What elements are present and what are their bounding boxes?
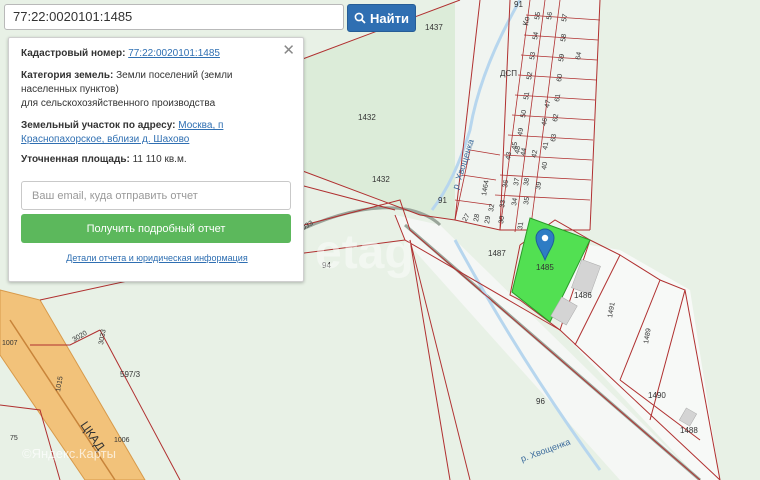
parcel-label: 1490	[648, 391, 666, 400]
parcel-label: 1432	[372, 175, 390, 184]
svg-text:37: 37	[513, 177, 521, 186]
svg-text:44: 44	[520, 147, 528, 156]
svg-text:53: 53	[529, 51, 537, 60]
svg-text:56: 56	[546, 11, 554, 20]
search-icon	[354, 12, 366, 24]
category-label: Категория земель:	[21, 70, 114, 81]
svg-text:35: 35	[523, 196, 531, 205]
svg-text:45: 45	[511, 141, 519, 150]
parcel-label: 75	[10, 435, 18, 442]
svg-text:31: 31	[517, 221, 525, 230]
area-value: 11 110 кв.м.	[132, 154, 187, 165]
details-link[interactable]: Детали отчета и юридическая информация	[9, 253, 305, 263]
svg-text:51: 51	[523, 91, 531, 100]
parcel-label: 91	[514, 0, 523, 9]
svg-text:54: 54	[532, 31, 540, 40]
svg-text:32: 32	[488, 203, 496, 212]
svg-text:42: 42	[531, 149, 539, 158]
parcel-info-panel: ✕ Кадастровый номер: 77:22:0020101:1485 …	[8, 37, 304, 282]
get-report-button[interactable]: Получить подробный отчет	[21, 214, 291, 243]
svg-text:50: 50	[520, 109, 528, 118]
area-label: ДСП	[500, 69, 517, 78]
parcel-label: 1486	[574, 291, 592, 300]
svg-text:62: 62	[552, 113, 560, 122]
parcel-label: 1487	[488, 249, 506, 258]
cadastral-row: Кадастровый номер: 77:22:0020101:1485	[21, 47, 293, 61]
search-button-label: Найти	[370, 10, 409, 26]
category-row-2: для сельскохозяйственного производства	[21, 97, 293, 111]
svg-text:34: 34	[511, 197, 519, 206]
svg-text:52: 52	[526, 71, 534, 80]
svg-text:30: 30	[498, 215, 506, 224]
area-row: Уточненная площадь: 11 110 кв.м.	[21, 153, 293, 167]
svg-text:39: 39	[535, 181, 543, 190]
watermark: etag	[315, 226, 414, 279]
svg-text:58: 58	[560, 33, 568, 42]
svg-text:47: 47	[544, 99, 552, 108]
cadastral-label: Кадастровый номер:	[21, 48, 126, 59]
svg-text:61: 61	[554, 93, 562, 102]
address-label: Земельный участок по адресу:	[21, 120, 176, 131]
svg-text:41: 41	[542, 141, 550, 150]
svg-text:38: 38	[523, 177, 531, 186]
svg-text:63: 63	[550, 133, 558, 142]
svg-text:43: 43	[505, 151, 513, 160]
svg-text:57: 57	[561, 13, 569, 22]
svg-text:33: 33	[499, 199, 507, 208]
cadastral-link[interactable]: 77:22:0020101:1485	[128, 48, 220, 59]
svg-text:36: 36	[502, 179, 510, 188]
parcel-label: 1006	[114, 437, 130, 444]
svg-text:29: 29	[484, 215, 492, 224]
search-input[interactable]: 77:22:0020101:1485	[4, 4, 344, 30]
parcel-label: 1488	[680, 426, 698, 435]
svg-text:64: 64	[575, 51, 583, 60]
search-bar: 77:22:0020101:1485 Найти	[4, 4, 416, 32]
parcel-label: 1437	[425, 23, 443, 32]
parcel-label: 96	[536, 397, 545, 406]
area-label: Уточненная площадь:	[21, 154, 130, 165]
parcel-label: 1432	[358, 113, 376, 122]
svg-text:60: 60	[556, 73, 564, 82]
search-button[interactable]: Найти	[347, 4, 416, 32]
svg-text:40: 40	[541, 161, 549, 170]
category-row: Категория земель: Земли поселений (земли…	[21, 69, 267, 97]
email-field[interactable]	[21, 181, 291, 210]
svg-text:59: 59	[558, 53, 566, 62]
parcel-label: 597/3	[120, 370, 141, 379]
address-row: Земельный участок по адресу: Москва, п К…	[21, 119, 285, 147]
svg-text:46: 46	[541, 117, 549, 126]
parcel-label: 1485	[536, 263, 554, 272]
svg-text:55: 55	[534, 11, 542, 20]
parcel-label: 1007	[2, 340, 18, 347]
parcel-label: 91	[438, 196, 447, 205]
category-value-2: для сельскохозяйственного производства	[21, 98, 216, 109]
svg-text:49: 49	[517, 127, 525, 136]
svg-text:28: 28	[473, 213, 481, 222]
brand-watermark: ©Яндекс.Карты	[22, 446, 116, 461]
